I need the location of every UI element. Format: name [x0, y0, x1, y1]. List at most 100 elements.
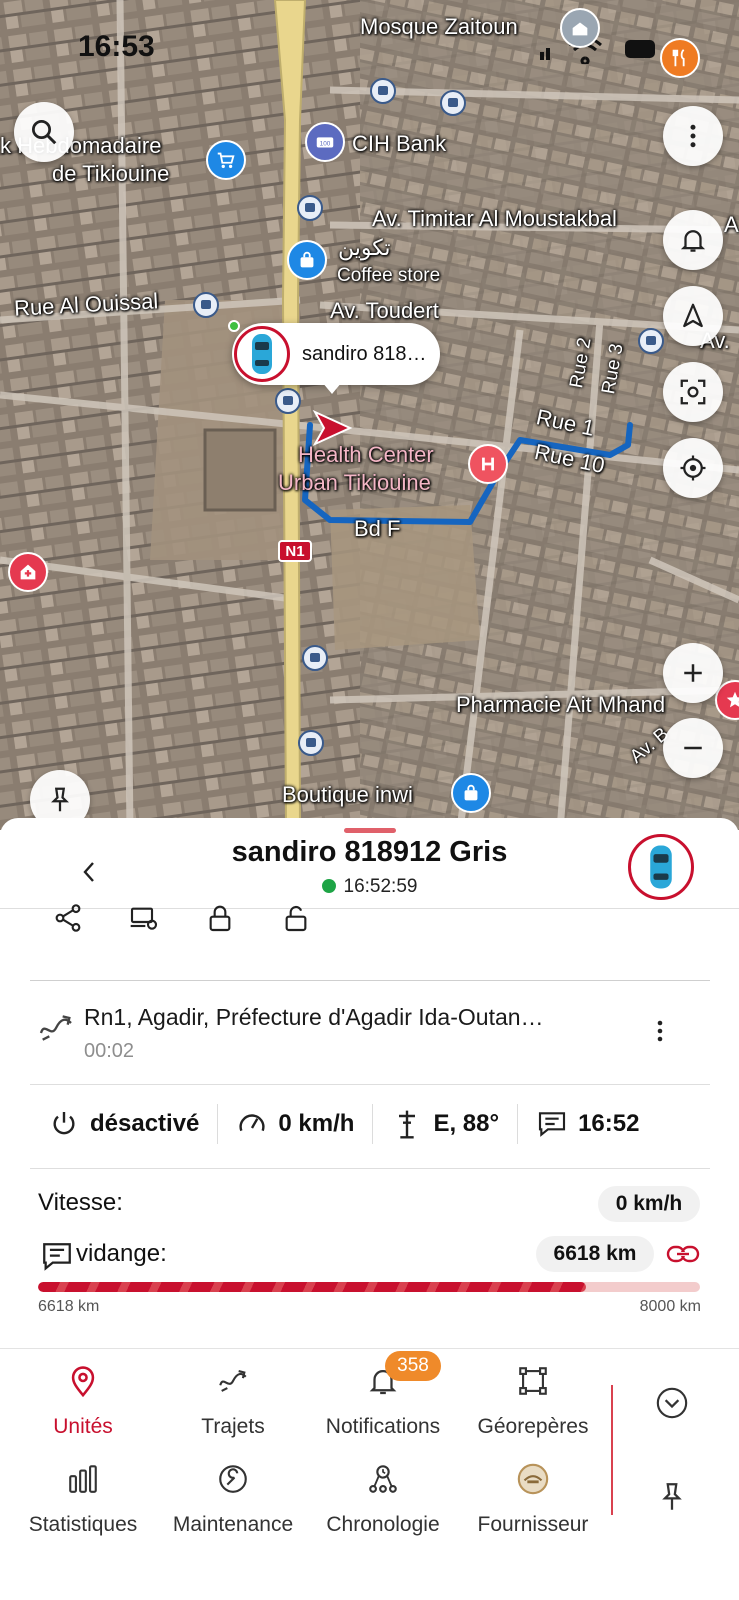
kebab-icon[interactable] — [650, 1016, 670, 1046]
bank-icon[interactable]: 100 — [305, 122, 345, 162]
trip-route-icon — [39, 1015, 72, 1041]
map-label-health-2: Urban Tikiouine — [278, 470, 431, 495]
kebab-icon — [690, 124, 696, 148]
shopping-cart-icon[interactable] — [206, 140, 246, 180]
oil-change-value: 6618 km — [536, 1236, 654, 1272]
nav-geofences-label: Géorepères — [477, 1415, 589, 1438]
stat-separator — [372, 1104, 374, 1144]
oil-change-progress-fill — [38, 1282, 586, 1292]
header-divider — [0, 908, 739, 909]
message-icon — [539, 1112, 566, 1137]
nav-statistics[interactable]: Statistiques — [8, 1447, 158, 1543]
nav-provider[interactable]: Fournisseur — [458, 1447, 608, 1543]
svg-text:100: 100 — [320, 141, 331, 148]
alerts-button[interactable] — [663, 210, 723, 270]
more-options-button[interactable] — [663, 106, 723, 166]
stats-row: désactivé 0 km/h E, 88° 16:52 — [30, 1088, 710, 1160]
zoom-in-button[interactable] — [663, 643, 723, 703]
signpost-icon — [399, 1110, 416, 1139]
bus-stop-icon[interactable] — [302, 645, 328, 671]
bottom-nav: Unités Trajets 358 Notifications Géorepè… — [0, 1348, 739, 1558]
nav-maintenance-label: Maintenance — [172, 1513, 294, 1536]
navigation-arrow-icon — [683, 303, 703, 328]
address-text: Rn1, Agadir, Préfecture d'Agadir Ida-Out… — [84, 1004, 544, 1030]
nav-separator — [611, 1385, 613, 1515]
unit-avatar[interactable] — [628, 834, 694, 900]
search-icon — [32, 120, 57, 145]
nav-geofences[interactable]: Géorepères — [458, 1349, 608, 1445]
nav-trips[interactable]: Trajets — [158, 1349, 308, 1445]
map-label-mosque: Mosque Zaitoun — [360, 14, 518, 39]
pharmacy-icon[interactable] — [8, 552, 48, 592]
online-status-dot — [321, 879, 336, 893]
bus-stop-icon[interactable] — [298, 730, 324, 756]
address-duration: 00:02 — [84, 1040, 135, 1062]
unlock-button[interactable] — [278, 900, 314, 936]
road-shield-n1: N1 — [278, 540, 312, 562]
unit-bubble-name: sandiro 818… — [302, 342, 427, 365]
map-label-timitar: Av. Timitar Al Moustakbal — [372, 206, 617, 231]
device-settings-button[interactable] — [126, 900, 162, 936]
stat-separator — [517, 1104, 519, 1144]
mosque-icon[interactable] — [560, 8, 600, 48]
fit-bounds-button[interactable] — [663, 362, 723, 422]
link-icon[interactable] — [666, 1242, 700, 1266]
speed-stat: 0 km/h — [236, 1108, 354, 1140]
trip-route-icon — [219, 1370, 247, 1392]
nav-trips-label: Trajets — [201, 1415, 265, 1438]
stat-separator — [217, 1104, 219, 1144]
progress-max-label: 8000 km — [639, 1298, 701, 1315]
ignition-stat: désactivé — [48, 1108, 199, 1140]
sheet-grabber[interactable] — [344, 828, 396, 833]
location-row[interactable]: Rn1, Agadir, Préfecture d'Agadir Ida-Out… — [30, 986, 710, 1076]
message-stat: 16:52 — [536, 1108, 639, 1140]
nav-timeline[interactable]: Chronologie — [308, 1447, 458, 1543]
bus-stop-icon[interactable] — [440, 90, 466, 116]
map-label-pharmacie: Pharmacie Ait Mhand — [456, 692, 666, 717]
nav-maintenance[interactable]: Maintenance — [158, 1447, 308, 1543]
pin-nav-button[interactable] — [652, 1477, 692, 1517]
bus-stop-icon[interactable] — [370, 78, 396, 104]
collapse-nav-button[interactable] — [652, 1383, 692, 1423]
nav-notifications-label: Notifications — [325, 1415, 441, 1438]
device-settings-icon — [130, 907, 158, 930]
pin-icon — [662, 1483, 682, 1510]
nav-units[interactable]: Unités — [8, 1349, 158, 1445]
wrench-icon — [219, 1465, 247, 1493]
bus-stop-icon[interactable] — [638, 328, 664, 354]
share-button[interactable] — [50, 900, 86, 936]
car-icon — [650, 845, 672, 889]
timeline-icon — [369, 1465, 397, 1493]
speed-sensor-label: Vitesse: — [38, 1189, 123, 1216]
heading-stat: E, 88° — [391, 1108, 499, 1140]
map-label-takwin: تكوين — [338, 235, 391, 260]
unit-last-update: 16:52:59 — [0, 876, 739, 898]
my-location-button[interactable] — [663, 438, 723, 498]
boutique-bag-icon[interactable] — [451, 773, 491, 813]
map-view[interactable]: 16:53 Mosque Zaitoun k Hebdomadaire de T… — [0, 0, 739, 830]
bus-stop-icon[interactable] — [275, 388, 301, 414]
hospital-icon[interactable] — [468, 444, 508, 484]
map-label-toudert: Av. Toudert — [330, 298, 439, 323]
oil-change-progress — [38, 1282, 700, 1292]
search-button[interactable] — [14, 102, 74, 162]
nav-notifications[interactable]: 358 Notifications — [308, 1349, 458, 1445]
unlock-icon — [285, 905, 307, 932]
map-pin-icon — [71, 1366, 95, 1398]
shop-bag-icon[interactable] — [287, 240, 327, 280]
chevron-down-circle-icon — [656, 1387, 688, 1419]
map-label-hebdo-2: de Tikiouine — [52, 161, 170, 186]
nav-units-label: Unités — [53, 1415, 113, 1438]
lock-button[interactable] — [202, 900, 238, 936]
bus-stop-icon[interactable] — [193, 292, 219, 318]
last-update-time: 16:52:59 — [343, 876, 418, 897]
bus-stop-icon[interactable] — [297, 195, 323, 221]
pin-icon — [51, 787, 69, 812]
message-time-value: 16:52 — [578, 1110, 640, 1137]
zoom-out-button[interactable] — [663, 718, 723, 778]
stats-divider — [30, 1168, 710, 1169]
car-avatar-icon — [234, 326, 290, 382]
restaurant-icon[interactable] — [660, 38, 700, 78]
unit-map-bubble[interactable]: sandiro 818… — [232, 323, 440, 385]
navigate-button[interactable] — [663, 286, 723, 346]
